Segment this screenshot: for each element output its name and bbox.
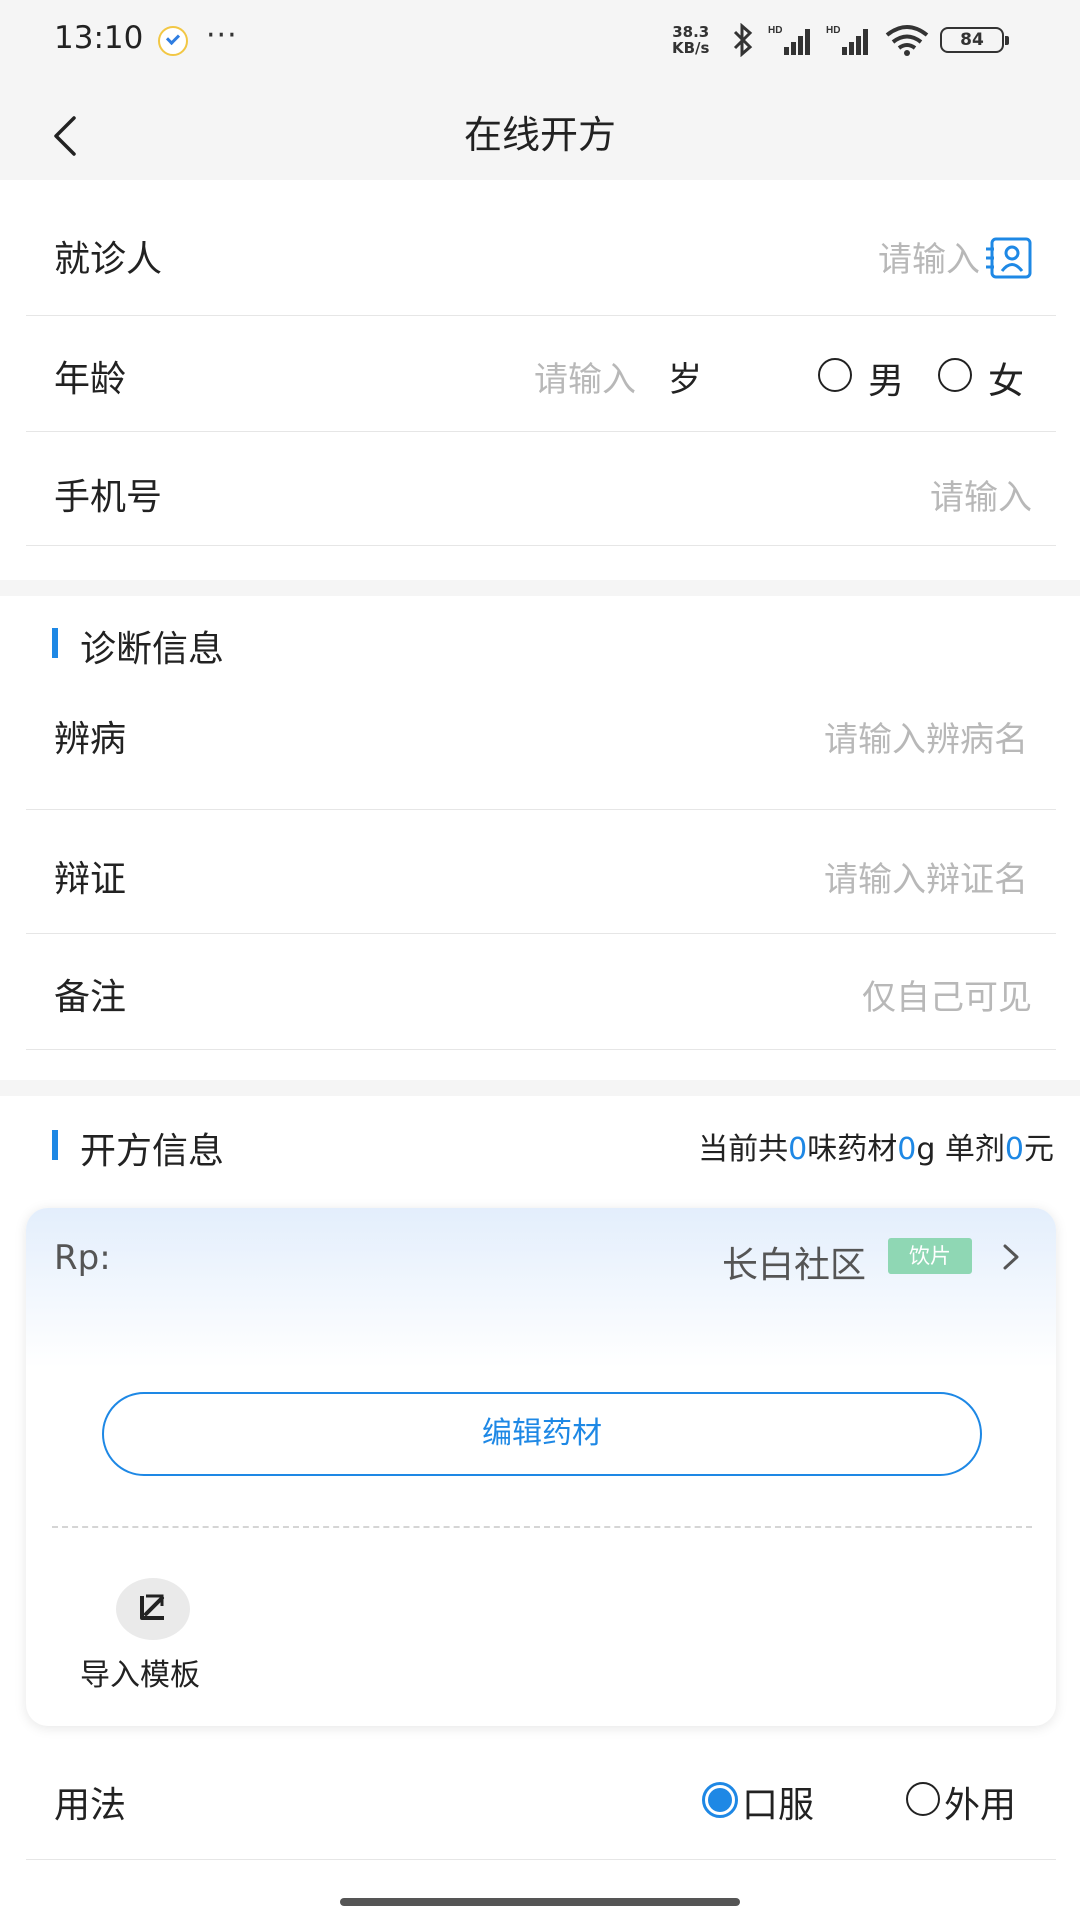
syndrome-label: 辩证 bbox=[54, 859, 127, 900]
section-accent-bar bbox=[52, 1130, 58, 1160]
rp-label: Rp: bbox=[54, 1238, 111, 1278]
section-accent-bar bbox=[52, 628, 58, 658]
battery-icon: 84 bbox=[940, 27, 1009, 53]
status-icons: HD HD 84 bbox=[728, 22, 1009, 58]
status-time: 13:10 bbox=[54, 20, 144, 56]
remark-label: 备注 bbox=[54, 977, 127, 1018]
signal-icon: HD bbox=[826, 25, 868, 55]
network-speed-unit: KB/s bbox=[672, 39, 710, 57]
summary-mid1: 味药材 bbox=[807, 1132, 898, 1167]
section-divider bbox=[0, 1080, 1080, 1096]
phone-label: 手机号 bbox=[54, 477, 163, 518]
age-label: 年龄 bbox=[54, 359, 127, 400]
phone-row[interactable]: 手机号 请输入 bbox=[26, 432, 1056, 546]
diagnosis-section: 诊断信息 辨病 请输入辨病名 辩证 请输入辩证名 备注 仅自己可见 bbox=[0, 596, 1080, 1080]
price: 0 bbox=[1004, 1132, 1024, 1167]
pharmacy-name[interactable]: 长白社区 bbox=[722, 1236, 866, 1288]
summary-prefix: 当前共 bbox=[698, 1132, 789, 1167]
dashed-divider bbox=[52, 1526, 1032, 1528]
home-indicator[interactable] bbox=[340, 1898, 740, 1906]
patient-name-input[interactable]: 请输入 bbox=[878, 232, 980, 281]
svg-text:HD: HD bbox=[768, 25, 782, 36]
usage-oral-radio[interactable] bbox=[702, 1782, 738, 1818]
patient-age-row: 年龄 请输入 岁 男 女 bbox=[26, 316, 1056, 432]
status-bar: 13:10 ··· 38.3 KB/s HD HD 84 bbox=[0, 0, 1080, 80]
chevron-right-icon[interactable] bbox=[996, 1238, 1026, 1276]
section-divider bbox=[0, 580, 1080, 596]
remark-input[interactable]: 仅自己可见 bbox=[862, 970, 1032, 1019]
usage-oral-label[interactable]: 口服 bbox=[742, 1776, 814, 1828]
medicine-type-badge: 饮片 bbox=[888, 1238, 972, 1274]
phone-input[interactable]: 请输入 bbox=[930, 470, 1032, 519]
gender-male-label[interactable]: 男 bbox=[868, 352, 904, 404]
network-speed-value: 38.3 bbox=[672, 23, 710, 41]
signal-icon: HD bbox=[768, 25, 810, 55]
gender-female-label[interactable]: 女 bbox=[988, 352, 1024, 404]
bluetooth-icon bbox=[733, 23, 753, 57]
summary-suffix: 元 bbox=[1024, 1132, 1054, 1167]
contact-card-icon[interactable] bbox=[984, 236, 1034, 280]
import-template-icon[interactable] bbox=[116, 1578, 190, 1640]
usage-row: 用法 口服 外用 bbox=[26, 1740, 1056, 1860]
gender-female-radio[interactable] bbox=[938, 358, 972, 392]
network-speed: 38.3 KB/s bbox=[672, 24, 709, 56]
usage-external-radio[interactable] bbox=[906, 1782, 940, 1816]
app-notification-icon bbox=[158, 26, 188, 56]
patient-name-row[interactable]: 就诊人 请输入 bbox=[26, 180, 1056, 316]
total-grams: 0 bbox=[897, 1132, 917, 1167]
prescription-summary: 当前共0味药材0g 单剂0元 bbox=[698, 1124, 1054, 1168]
svg-text:HD: HD bbox=[826, 25, 840, 36]
nav-bar: 在线开方 bbox=[0, 80, 1080, 180]
page-title: 在线开方 bbox=[463, 113, 616, 157]
disease-label: 辨病 bbox=[54, 719, 127, 760]
age-unit: 岁 bbox=[668, 360, 702, 400]
usage-label: 用法 bbox=[54, 1785, 127, 1826]
prescription-card: Rp: 长白社区 饮片 编辑药材 导入模板 bbox=[26, 1208, 1056, 1726]
patient-name-label: 就诊人 bbox=[54, 239, 163, 280]
edit-herbs-button[interactable]: 编辑药材 bbox=[102, 1392, 982, 1476]
patient-section: 就诊人 请输入 年龄 请输入 岁 男 女 手机号 请输入 bbox=[0, 180, 1080, 580]
herb-count: 0 bbox=[788, 1132, 808, 1167]
remark-row[interactable]: 备注 仅自己可见 bbox=[26, 934, 1056, 1050]
prescription-title: 开方信息 bbox=[80, 1131, 225, 1172]
wifi-icon bbox=[885, 25, 929, 56]
more-notifications-icon: ··· bbox=[206, 18, 238, 53]
gender-male-radio[interactable] bbox=[818, 358, 852, 392]
disease-row[interactable]: 辨病 请输入辨病名 bbox=[26, 680, 1056, 810]
import-template-label[interactable]: 导入模板 bbox=[80, 1650, 200, 1694]
age-input[interactable]: 请输入 bbox=[534, 352, 636, 401]
diagnosis-title: 诊断信息 bbox=[80, 629, 225, 670]
disease-input[interactable]: 请输入辨病名 bbox=[824, 712, 1028, 761]
syndrome-row[interactable]: 辩证 请输入辩证名 bbox=[26, 810, 1056, 934]
card-header-gradient bbox=[26, 1208, 1056, 1368]
usage-external-label[interactable]: 外用 bbox=[944, 1776, 1016, 1828]
syndrome-input[interactable]: 请输入辩证名 bbox=[824, 852, 1028, 901]
summary-mid2: g 单剂 bbox=[916, 1132, 1005, 1167]
